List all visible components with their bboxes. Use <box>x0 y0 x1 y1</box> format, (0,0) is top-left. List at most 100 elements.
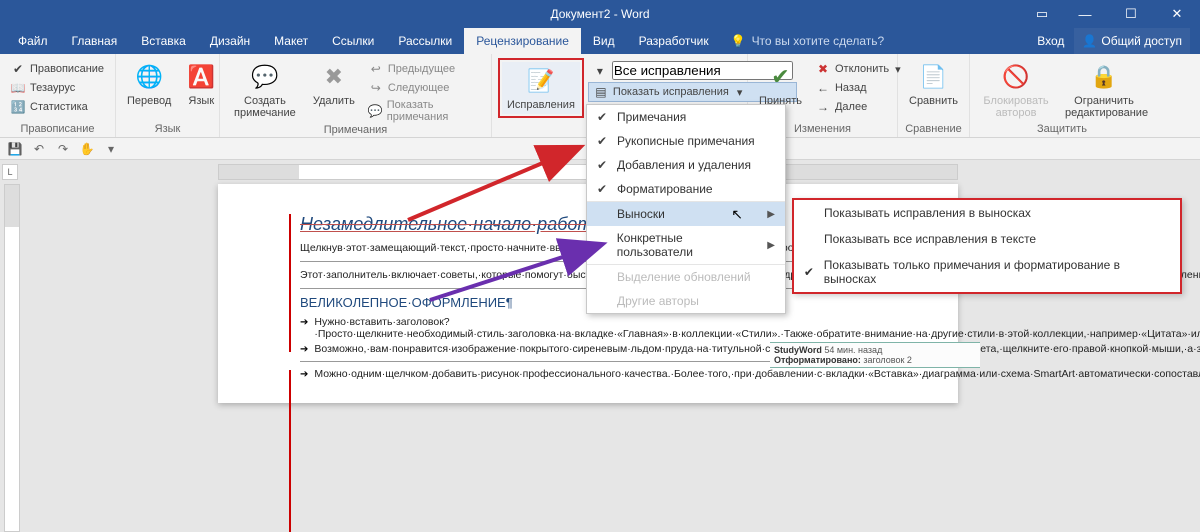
share-button[interactable]: 👤 Общий доступ <box>1074 28 1190 54</box>
tab-developer[interactable]: Разработчик <box>627 28 721 54</box>
revision-balloon[interactable]: StudyWord 54 мин. назад Отформатировано:… <box>770 342 980 368</box>
spelling-button[interactable]: ✔ Правописание <box>6 60 108 78</box>
prev-comment-button[interactable]: ↩Предыдущее <box>364 60 485 78</box>
mi-label: Конкретные пользователи <box>617 231 760 259</box>
reject-icon: ✖ <box>815 61 831 77</box>
block-label: Блокировать авторов <box>981 95 1051 119</box>
tell-me-label: Что вы хотите сделать? <box>752 34 885 48</box>
tell-me[interactable]: 💡 Что вы хотите сделать? <box>721 28 895 54</box>
close-button[interactable]: ✕ <box>1154 0 1200 28</box>
tab-mailings[interactable]: Рассылки <box>386 28 464 54</box>
vertical-ruler[interactable] <box>4 184 20 532</box>
mi-label: Выноски <box>617 207 665 221</box>
show-markup-menu: ✔Примечания ✔Рукописные примечания ✔Доба… <box>586 104 786 314</box>
check-icon: ✔ <box>595 182 609 196</box>
qat-redo[interactable]: ↷ <box>52 140 74 158</box>
next-comment-button[interactable]: ↪Следующее <box>364 79 485 97</box>
back-icon: ← <box>815 80 831 96</box>
forward-icon: → <box>815 99 831 115</box>
tab-references[interactable]: Ссылки <box>320 28 386 54</box>
show-comments-button[interactable]: 💬Показать примечания <box>364 98 485 124</box>
new-comment-icon: 💬 <box>249 61 281 93</box>
thesaurus-button[interactable]: 📖 Тезаурус <box>6 79 108 97</box>
tab-layout[interactable]: Макет <box>262 28 320 54</box>
tab-home[interactable]: Главная <box>60 28 130 54</box>
ribbon-tabs: Файл Главная Вставка Дизайн Макет Ссылки… <box>0 28 1200 54</box>
compare-icon: 📄 <box>918 61 950 93</box>
qat-undo[interactable]: ↶ <box>28 140 50 158</box>
new-comment-button[interactable]: 💬Создать примечание <box>226 58 304 122</box>
language-button[interactable]: 🅰️Язык <box>180 58 222 110</box>
rev-value: заголовок 2 <box>863 355 912 365</box>
next-change-label: Далее <box>835 101 867 113</box>
prev-comment-label: Предыдущее <box>388 63 455 75</box>
delete-comment-button[interactable]: ✖Удалить <box>308 58 360 110</box>
stats-label: Статистика <box>30 101 88 113</box>
sm-show-in-balloons[interactable]: Показывать исправления в выносках <box>794 200 1180 226</box>
accept-button[interactable]: ✔Принять <box>754 58 807 110</box>
spelling-label: Правописание <box>30 63 104 75</box>
mi-label: Выделение обновлений <box>617 270 751 284</box>
qat-save[interactable]: 💾 <box>4 140 26 158</box>
signin-link[interactable]: Вход <box>1037 34 1064 48</box>
ruler-corner[interactable]: L <box>2 164 18 180</box>
qat-more[interactable]: ▾ <box>100 140 122 158</box>
restrict-editing-button[interactable]: 🔒Ограничить редактирование <box>1060 58 1148 122</box>
tab-insert[interactable]: Вставка <box>129 28 198 54</box>
block-authors-button: 🚫Блокировать авторов <box>976 58 1056 122</box>
ribbon-options-icon[interactable]: ▭ <box>1022 0 1062 28</box>
qat-touch[interactable]: ✋ <box>76 140 98 158</box>
compare-button[interactable]: 📄Сравнить <box>904 58 963 110</box>
block-icon: 🚫 <box>1000 61 1032 93</box>
prev-change-button[interactable]: ←Назад <box>811 79 905 97</box>
mi-label: Другие авторы <box>617 294 699 308</box>
mi-label: Добавления и удаления <box>617 158 751 172</box>
reject-button[interactable]: ✖Отклонить▾ <box>811 60 905 78</box>
track-changes-button[interactable]: 📝 Исправления <box>502 62 580 114</box>
track-changes-icon: 📝 <box>525 65 557 97</box>
arrow-bullet-icon: ➔ <box>300 369 308 380</box>
mi-label: Примечания <box>617 110 686 124</box>
word-count-button[interactable]: 🔢Статистика <box>6 98 108 116</box>
doc-bullet: ➔Можно·одним·щелчком·добавить·рисунок·пр… <box>300 368 886 380</box>
next-change-button[interactable]: → Далее <box>811 98 905 116</box>
tab-view[interactable]: Вид <box>581 28 627 54</box>
group-proofing-label: Правописание <box>0 123 115 137</box>
reject-label: Отклонить <box>835 63 889 75</box>
tab-design[interactable]: Дизайн <box>198 28 262 54</box>
mi-ink[interactable]: ✔Рукописные примечания <box>587 129 785 153</box>
tab-file[interactable]: Файл <box>6 28 60 54</box>
tab-review[interactable]: Рецензирование <box>464 28 581 54</box>
mi-label: Показывать исправления в выносках <box>824 206 1031 220</box>
mi-comments[interactable]: ✔ Примечания <box>587 105 785 129</box>
check-icon: ✔ <box>595 110 609 124</box>
delete-comment-label: Удалить <box>313 95 355 107</box>
minimize-button[interactable]: — <box>1062 0 1108 28</box>
mi-formatting[interactable]: ✔ Форматирование <box>587 177 785 201</box>
mi-insertions[interactable]: ✔Добавления и удаления <box>587 153 785 177</box>
check-icon: ✔ <box>595 134 609 148</box>
group-compare-label: Сравнение <box>898 123 969 137</box>
titlebar: Документ2 - Word ▭ — ☐ ✕ <box>0 0 1200 28</box>
abc-check-icon: ✔ <box>10 61 26 77</box>
sm-show-inline[interactable]: Показывать все исправления в тексте <box>794 226 1180 252</box>
book-icon: 📖 <box>10 80 26 96</box>
chevron-down-icon: ▾ <box>737 86 743 99</box>
mi-highlight-updates: Выделение обновлений <box>587 264 785 289</box>
language-label: Язык <box>188 95 214 107</box>
dropdown-icon: ▾ <box>592 63 608 79</box>
mi-other-authors: Другие авторы <box>587 289 785 313</box>
mi-label: Форматирование <box>617 182 713 196</box>
translate-button[interactable]: 🌐Перевод <box>122 58 176 110</box>
mi-balloons[interactable]: Выноски▶↖ <box>587 201 785 226</box>
chevron-right-icon: ▶ <box>767 240 775 251</box>
group-protect-label: Защитить <box>970 123 1154 137</box>
rev-time: 54 мин. назад <box>824 345 882 355</box>
share-label: Общий доступ <box>1101 34 1182 48</box>
maximize-button[interactable]: ☐ <box>1108 0 1154 28</box>
thesaurus-label: Тезаурус <box>30 82 75 94</box>
group-comments-label: Примечания <box>220 124 491 138</box>
mi-people[interactable]: Конкретные пользователи ▶ <box>587 226 785 264</box>
sm-comments-only[interactable]: ✔Показывать только примечания и форматир… <box>794 252 1180 292</box>
rev-author: StudyWord <box>774 345 822 355</box>
